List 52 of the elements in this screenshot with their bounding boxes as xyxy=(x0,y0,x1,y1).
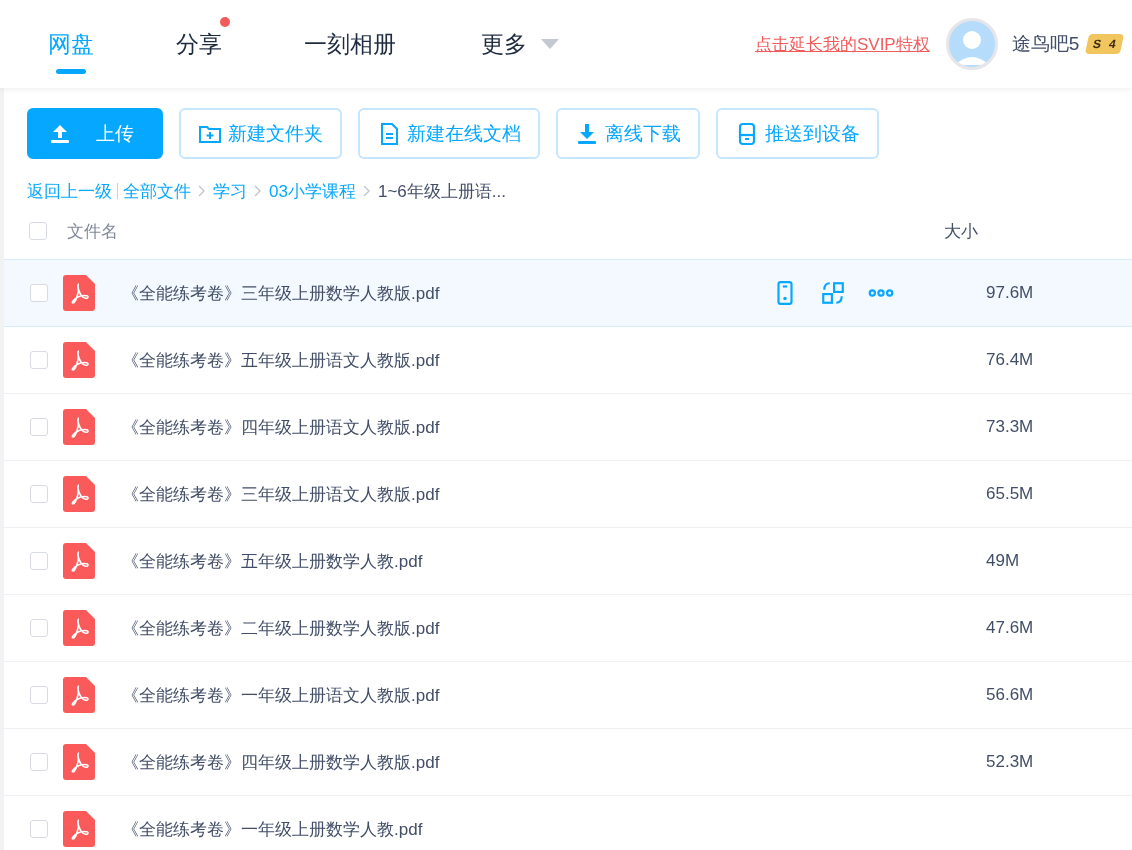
file-size: 47.6M xyxy=(986,618,1035,638)
pdf-file-icon xyxy=(63,342,95,378)
separator-icon xyxy=(198,185,206,197)
username[interactable]: 途鸟吧5 xyxy=(1011,31,1080,57)
pdf-file-icon xyxy=(63,610,95,646)
file-name[interactable]: 《全能练考卷》三年级上册语文人教版.pdf xyxy=(122,482,926,506)
notification-dot xyxy=(220,17,230,27)
row-checkbox[interactable] xyxy=(30,619,48,637)
file-name[interactable]: 《全能练考卷》一年级上册数学人教.pdf xyxy=(122,817,926,841)
pdf-file-icon xyxy=(63,543,95,579)
pdf-file-icon xyxy=(63,744,95,780)
breadcrumb-current: 1~6年级上册语... xyxy=(377,180,506,203)
file-size: 65.5M xyxy=(986,484,1035,504)
column-header[interactable]: 文件名 xyxy=(67,219,944,243)
file-size: 56.6M xyxy=(986,685,1035,705)
row-checkbox[interactable] xyxy=(30,351,48,369)
row-checkbox[interactable] xyxy=(30,552,48,570)
convert-icon[interactable] xyxy=(820,280,846,306)
separator-icon xyxy=(362,185,371,197)
file-name[interactable]: 《全能练考卷》一年级上册语文人教版.pdf xyxy=(122,683,926,707)
file-name[interactable]: 《全能练考卷》四年级上册数学人教版.pdf xyxy=(122,750,926,774)
file-size: 49M xyxy=(986,551,1021,571)
pdf-file-icon xyxy=(63,677,95,713)
file-name[interactable]: 《全能练考卷》三年级上册数学人教版.pdf xyxy=(122,281,772,305)
file-size: 97.6M xyxy=(986,283,1035,303)
row-checkbox[interactable] xyxy=(30,418,48,436)
file-size: 76.4M xyxy=(986,350,1035,370)
file-name[interactable]: 《全能练考卷》五年级上册语文人教版.pdf xyxy=(122,348,926,372)
row-checkbox[interactable] xyxy=(30,485,48,503)
file-name[interactable]: 《全能练考卷》五年级上册数学人教.pdf xyxy=(122,549,926,573)
nav-tab[interactable]: 更多 xyxy=(481,0,559,88)
avatar-icon[interactable] xyxy=(945,18,998,70)
row-checkbox[interactable] xyxy=(30,820,48,838)
file-size: 73.3M xyxy=(986,417,1035,437)
vip-badge: S 4 xyxy=(1085,34,1125,54)
pdf-file-icon xyxy=(63,811,95,847)
file-size: 52.3M xyxy=(986,752,1035,772)
file-name[interactable]: 《全能练考卷》二年级上册数学人教版.pdf xyxy=(122,616,926,640)
file-name[interactable]: 《全能练考卷》四年级上册语文人教版.pdf xyxy=(122,415,926,439)
download-icon xyxy=(575,121,599,146)
pdf-file-icon xyxy=(63,476,95,512)
row-checkbox[interactable] xyxy=(30,753,48,771)
column-header[interactable]: 大小 xyxy=(944,219,1049,243)
pdf-file-icon xyxy=(63,409,95,445)
pdf-file-icon xyxy=(63,275,95,311)
nav-tab[interactable]: 分享 xyxy=(176,0,230,88)
select-all-checkbox[interactable] xyxy=(29,222,47,240)
separator-icon xyxy=(254,185,262,197)
caret-icon xyxy=(541,39,559,49)
row-checkbox[interactable] xyxy=(30,686,48,704)
row-checkbox[interactable] xyxy=(30,284,48,302)
nav-tab[interactable]: 一刻相册 xyxy=(304,0,396,88)
